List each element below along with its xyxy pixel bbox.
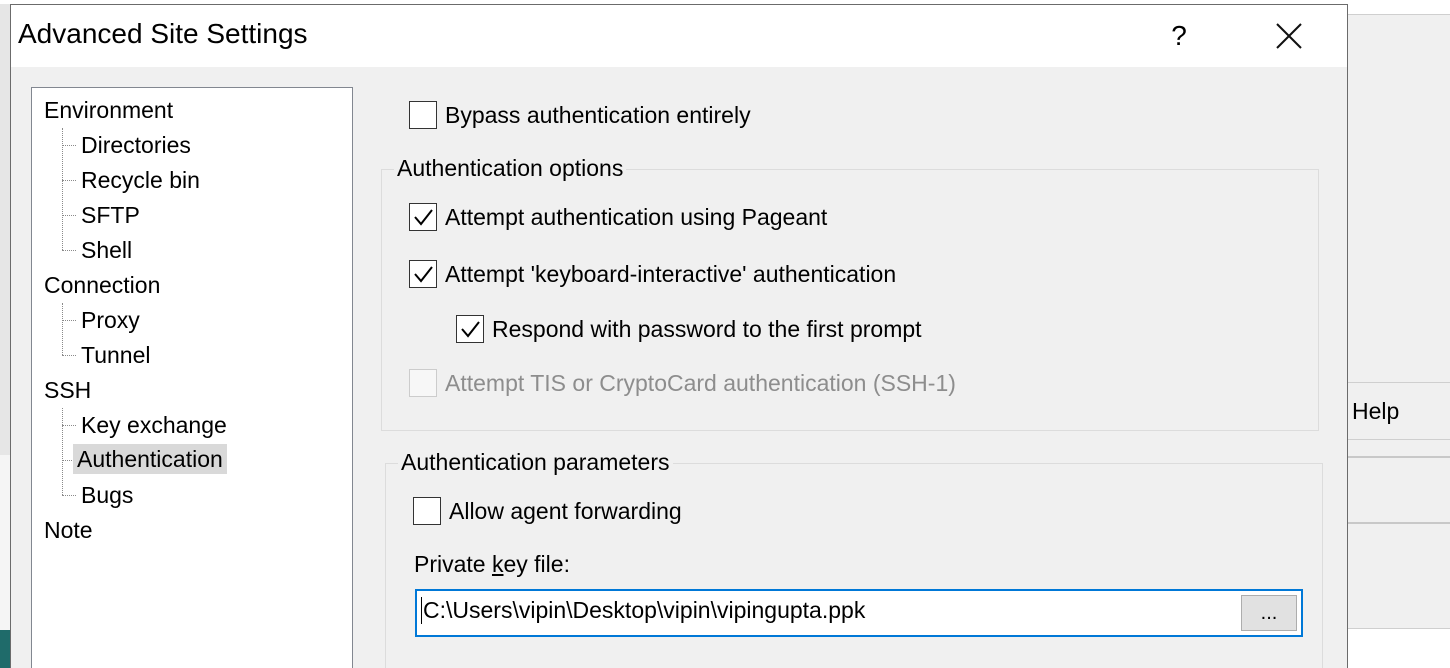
keyboard-interactive-checkbox[interactable] (409, 260, 437, 288)
tree-connector (62, 320, 76, 321)
pageant-checkbox-row[interactable]: Attempt authentication using Pageant (409, 203, 827, 231)
private-key-input[interactable]: C:\Users\vipin\Desktop\vipin\vipingupta.… (415, 589, 1303, 637)
tree-connector (62, 303, 63, 355)
tis-checkbox (409, 369, 437, 397)
private-key-value: C:\Users\vipin\Desktop\vipin\vipingupta.… (421, 597, 866, 624)
private-key-label-accelerator: k (491, 551, 504, 577)
respond-password-checkbox[interactable] (456, 315, 484, 343)
background-divider (1348, 456, 1450, 458)
tree-item-recycle-bin[interactable]: Recycle bin (77, 165, 204, 195)
help-icon: ? (1171, 20, 1187, 51)
background-help-button[interactable]: Help (1348, 382, 1450, 440)
background-help-label: Help (1352, 397, 1400, 424)
tree-item-environment[interactable]: Environment (40, 95, 177, 125)
tree-connector (62, 408, 63, 495)
tree-item-ssh[interactable]: SSH (40, 375, 95, 405)
tree-item-authentication[interactable]: Authentication (73, 444, 227, 474)
pageant-checkbox[interactable] (409, 203, 437, 231)
browse-button[interactable]: ... (1241, 595, 1297, 631)
close-button[interactable] (1257, 9, 1321, 63)
background-window (1348, 0, 1450, 668)
respond-password-label: Respond with password to the first promp… (492, 315, 922, 342)
tree-item-bugs[interactable]: Bugs (77, 480, 137, 510)
checkmark-icon (414, 209, 433, 226)
tree-connector (62, 128, 63, 250)
background-window-header (1348, 0, 1450, 15)
agent-forwarding-checkbox[interactable] (413, 497, 441, 525)
help-button[interactable]: ? (1151, 9, 1207, 63)
checkmark-icon (414, 266, 433, 283)
agent-forwarding-label: Allow agent forwarding (449, 497, 682, 524)
tree-connector (62, 355, 76, 356)
tree-connector (62, 180, 76, 181)
close-icon (1276, 23, 1302, 49)
tree-item-key-exchange[interactable]: Key exchange (77, 410, 231, 440)
checkmark-icon (461, 321, 480, 338)
tree-connector (62, 145, 76, 146)
tree-item-directories[interactable]: Directories (77, 130, 195, 160)
tree-item-note[interactable]: Note (40, 515, 97, 545)
tree-connector (62, 495, 76, 496)
tree-item-connection[interactable]: Connection (40, 270, 164, 300)
bypass-auth-checkbox[interactable] (409, 101, 437, 129)
bypass-auth-checkbox-row[interactable]: Bypass authentication entirely (409, 101, 751, 129)
dialog-title: Advanced Site Settings (18, 18, 308, 49)
tree-item-tunnel[interactable]: Tunnel (77, 340, 154, 370)
private-key-label: Private key file: (414, 551, 570, 578)
tis-checkbox-row: Attempt TIS or CryptoCard authentication… (409, 369, 956, 397)
advanced-site-settings-dialog: Advanced Site Settings ? Environment Dir… (10, 4, 1348, 668)
keyboard-interactive-label: Attempt 'keyboard-interactive' authentic… (445, 260, 897, 287)
tree-connector (62, 250, 76, 251)
keyboard-interactive-checkbox-row[interactable]: Attempt 'keyboard-interactive' authentic… (409, 260, 896, 288)
bypass-auth-label: Bypass authentication entirely (445, 101, 751, 128)
agent-forwarding-checkbox-row[interactable]: Allow agent forwarding (413, 497, 682, 525)
settings-tree[interactable]: Environment Directories Recycle bin SFTP… (31, 87, 353, 668)
tree-connector (62, 215, 76, 216)
background-panel (1348, 628, 1450, 668)
auth-options-group-title: Authentication options (394, 155, 627, 182)
tis-label: Attempt TIS or CryptoCard authentication… (445, 369, 956, 396)
auth-params-group-title: Authentication parameters (398, 449, 673, 476)
tree-item-proxy[interactable]: Proxy (77, 305, 144, 335)
pageant-label: Attempt authentication using Pageant (445, 203, 828, 230)
tree-item-sftp[interactable]: SFTP (77, 200, 144, 230)
private-key-label-start: Private (414, 551, 492, 577)
private-key-label-end: ey file: (503, 551, 570, 577)
dialog-titlebar: Advanced Site Settings ? (11, 5, 1347, 67)
respond-password-checkbox-row[interactable]: Respond with password to the first promp… (456, 315, 922, 343)
tree-connector (62, 425, 76, 426)
background-divider (1348, 522, 1450, 524)
tree-item-shell[interactable]: Shell (77, 235, 136, 265)
